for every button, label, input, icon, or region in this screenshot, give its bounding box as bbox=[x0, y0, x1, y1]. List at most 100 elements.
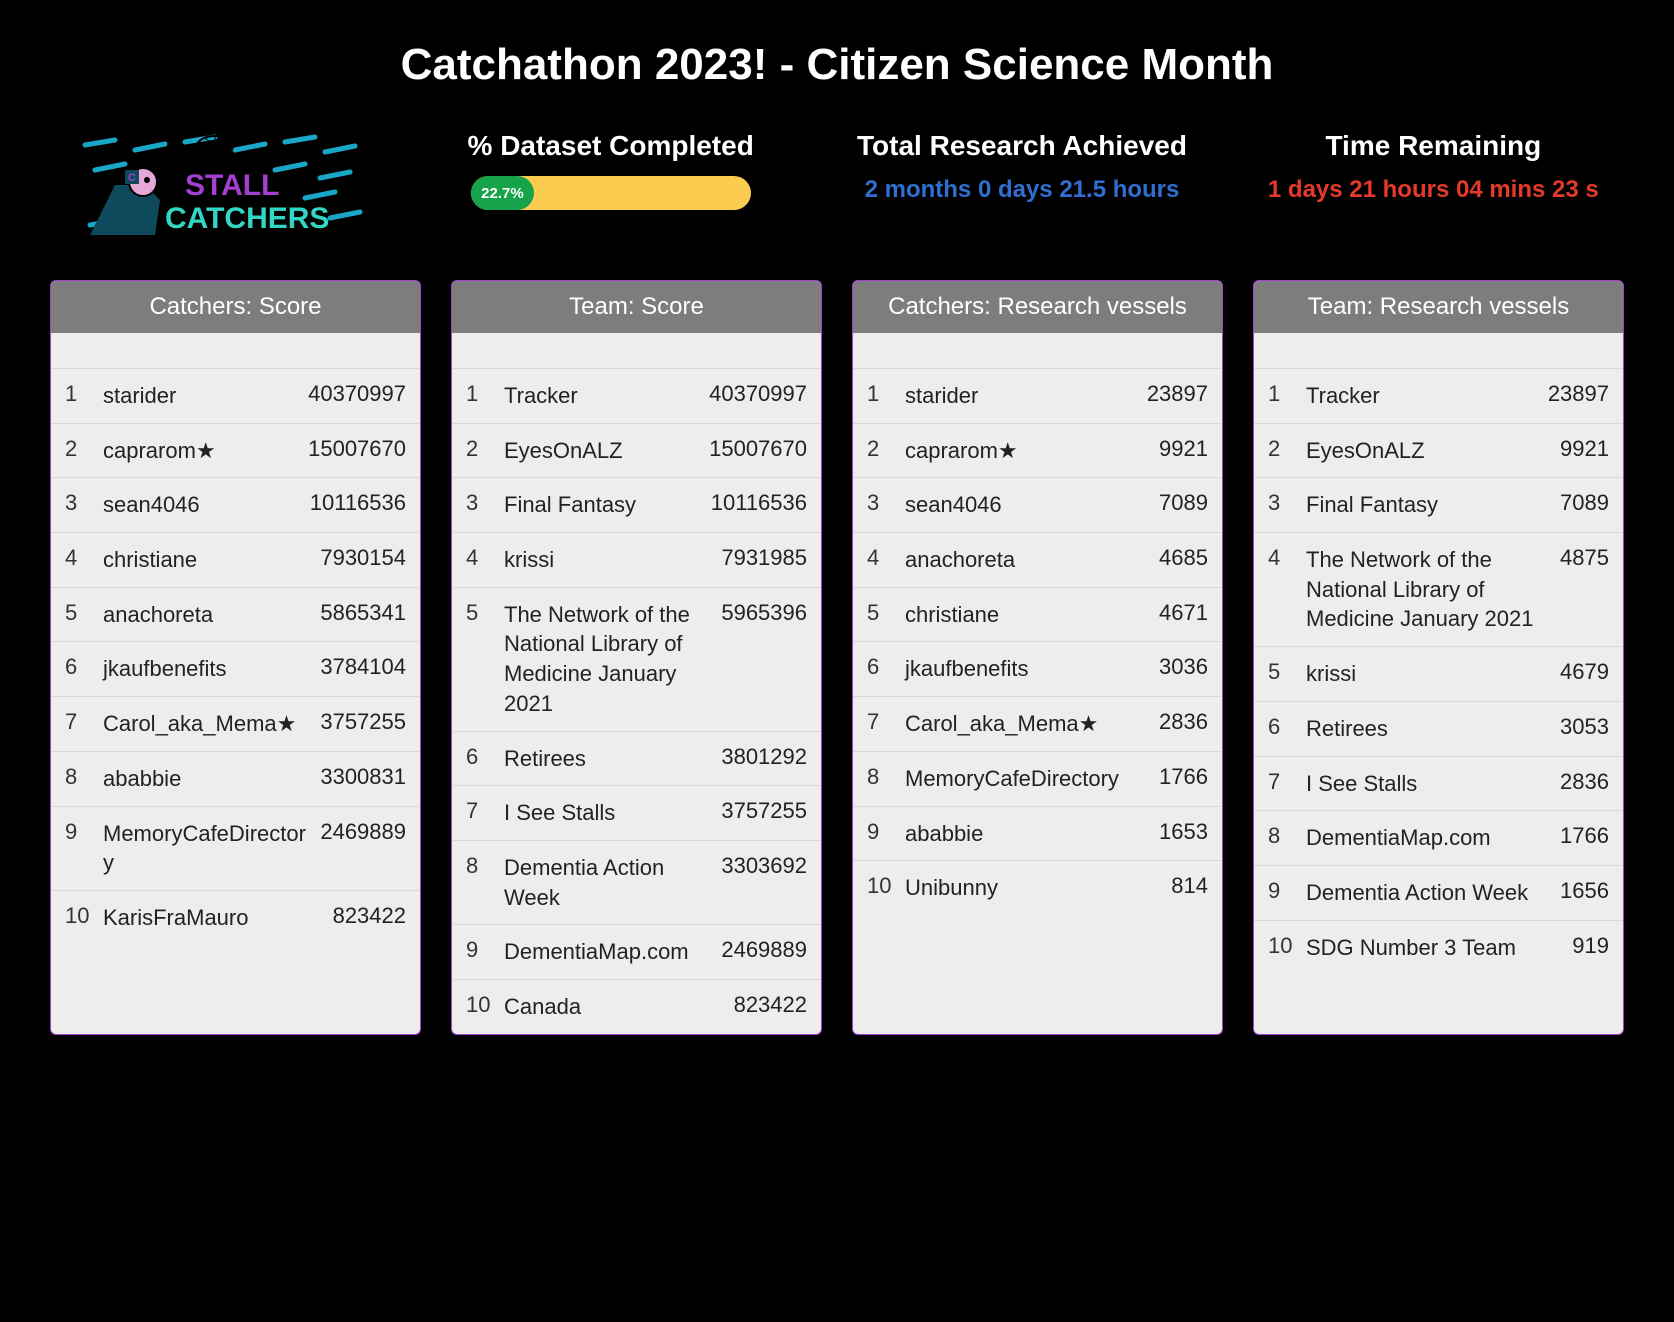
table-row[interactable]: 4anachoreta4685 bbox=[853, 533, 1222, 588]
stat-research: Total Research Achieved 2 months 0 days … bbox=[831, 130, 1212, 204]
table-row[interactable]: 9Dementia Action Week1656 bbox=[1254, 866, 1623, 921]
table-row[interactable]: 8MemoryCafeDirectory1766 bbox=[853, 752, 1222, 807]
leaderboard-spacer bbox=[452, 333, 821, 369]
row-score: 2836 bbox=[1560, 769, 1609, 795]
table-row[interactable]: 5The Network of the National Library of … bbox=[452, 588, 821, 732]
row-name: starider bbox=[905, 381, 1135, 411]
table-row[interactable]: 5krissi4679 bbox=[1254, 647, 1623, 702]
table-row[interactable]: 10Canada823422 bbox=[452, 980, 821, 1034]
row-rank: 3 bbox=[65, 490, 91, 516]
row-rank: 2 bbox=[867, 436, 893, 462]
table-row[interactable]: 8ababbie3300831 bbox=[51, 752, 420, 807]
table-row[interactable]: 10Unibunny814 bbox=[853, 861, 1222, 915]
row-name: Final Fantasy bbox=[1306, 490, 1548, 520]
row-rank: 9 bbox=[1268, 878, 1294, 904]
stall-catchers-logo-icon: C STALL CATCHERS bbox=[75, 130, 365, 240]
table-row[interactable]: 3Final Fantasy10116536 bbox=[452, 478, 821, 533]
table-row[interactable]: 6Retirees3053 bbox=[1254, 702, 1623, 757]
table-row[interactable]: 1starider40370997 bbox=[51, 369, 420, 424]
row-score: 4875 bbox=[1560, 545, 1609, 571]
leaderboard-1: Team: Score1Tracker403709972EyesOnALZ150… bbox=[451, 280, 822, 1035]
row-name: DementiaMap.com bbox=[1306, 823, 1548, 853]
row-score: 10116536 bbox=[711, 490, 807, 516]
row-score: 2469889 bbox=[320, 819, 406, 845]
row-rank: 8 bbox=[867, 764, 893, 790]
table-row[interactable]: 9DementiaMap.com2469889 bbox=[452, 925, 821, 980]
table-row[interactable]: 2EyesOnALZ9921 bbox=[1254, 424, 1623, 479]
table-row[interactable]: 3sean404610116536 bbox=[51, 478, 420, 533]
row-rank: 3 bbox=[466, 490, 492, 516]
table-row[interactable]: 8DementiaMap.com1766 bbox=[1254, 811, 1623, 866]
table-row[interactable]: 7I See Stalls3757255 bbox=[452, 786, 821, 841]
logo-text-bottom: CATCHERS bbox=[165, 202, 329, 235]
leaderboard-rows: 1starider403709972caprarom★150076703sean… bbox=[51, 369, 420, 1034]
row-score: 3757255 bbox=[320, 709, 406, 735]
table-row[interactable]: 9MemoryCafeDirectory2469889 bbox=[51, 807, 420, 891]
row-score: 15007670 bbox=[709, 436, 807, 462]
table-row[interactable]: 5anachoreta5865341 bbox=[51, 588, 420, 643]
row-score: 9921 bbox=[1560, 436, 1609, 462]
row-rank: 10 bbox=[466, 992, 492, 1018]
table-row[interactable]: 10SDG Number 3 Team919 bbox=[1254, 921, 1623, 975]
row-rank: 7 bbox=[867, 709, 893, 735]
row-rank: 2 bbox=[1268, 436, 1294, 462]
table-row[interactable]: 6jkaufbenefits3784104 bbox=[51, 642, 420, 697]
row-name: I See Stalls bbox=[504, 798, 709, 828]
row-score: 3784104 bbox=[320, 654, 406, 680]
row-name: ababbie bbox=[103, 764, 308, 794]
table-row[interactable]: 2EyesOnALZ15007670 bbox=[452, 424, 821, 479]
leaderboard-rows: 1starider238972caprarom★99213sean4046708… bbox=[853, 369, 1222, 1034]
table-row[interactable]: 4krissi7931985 bbox=[452, 533, 821, 588]
leaderboard-rows: 1Tracker403709972EyesOnALZ150076703Final… bbox=[452, 369, 821, 1034]
row-rank: 4 bbox=[65, 545, 91, 571]
table-row[interactable]: 4christiane7930154 bbox=[51, 533, 420, 588]
table-row[interactable]: 4The Network of the National Library of … bbox=[1254, 533, 1623, 647]
table-row[interactable]: 8 Dementia Action Week 3303692 bbox=[452, 841, 821, 925]
row-score: 1766 bbox=[1560, 823, 1609, 849]
row-score: 7089 bbox=[1560, 490, 1609, 516]
table-row[interactable]: 7I See Stalls2836 bbox=[1254, 757, 1623, 812]
stat-time-value: 1 days 21 hours 04 mins 23 s bbox=[1243, 176, 1624, 204]
row-rank: 7 bbox=[65, 709, 91, 735]
stats-row: C STALL CATCHERS % Dataset Completed 22.… bbox=[50, 130, 1624, 240]
leaderboard-spacer bbox=[1254, 333, 1623, 369]
row-rank: 8 bbox=[466, 853, 492, 879]
row-name: Retirees bbox=[1306, 714, 1548, 744]
table-row[interactable]: 1starider23897 bbox=[853, 369, 1222, 424]
table-row[interactable]: 1Tracker40370997 bbox=[452, 369, 821, 424]
row-score: 4685 bbox=[1159, 545, 1208, 571]
row-name: Dementia Action Week bbox=[504, 853, 709, 912]
row-score: 3303692 bbox=[721, 853, 807, 879]
row-rank: 4 bbox=[466, 545, 492, 571]
table-row[interactable]: 3 Final Fantasy 7089 bbox=[1254, 478, 1623, 533]
table-row[interactable]: 3sean40467089 bbox=[853, 478, 1222, 533]
leaderboard-2: Catchers: Research vessels1starider23897… bbox=[852, 280, 1223, 1035]
leaderboard-header: Catchers: Research vessels bbox=[853, 281, 1222, 333]
row-score: 40370997 bbox=[709, 381, 807, 407]
row-score: 10116536 bbox=[310, 490, 406, 516]
table-row[interactable]: 9ababbie1653 bbox=[853, 807, 1222, 862]
dataset-progress-fill: 22.7% bbox=[471, 176, 535, 210]
table-row[interactable]: 2caprarom★15007670 bbox=[51, 424, 420, 479]
row-rank: 1 bbox=[867, 381, 893, 407]
logo-cell: C STALL CATCHERS bbox=[50, 130, 390, 240]
stat-dataset: % Dataset Completed 22.7% bbox=[420, 130, 801, 210]
table-row[interactable]: 1Tracker23897 bbox=[1254, 369, 1623, 424]
table-row[interactable]: 5christiane4671 bbox=[853, 588, 1222, 643]
row-name: starider bbox=[103, 381, 296, 411]
stat-time-label: Time Remaining bbox=[1243, 130, 1624, 162]
row-name: SDG Number 3 Team bbox=[1306, 933, 1560, 963]
table-row[interactable]: 7Carol_aka_Mema★3757255 bbox=[51, 697, 420, 752]
stat-time: Time Remaining 1 days 21 hours 04 mins 2… bbox=[1243, 130, 1624, 204]
table-row[interactable]: 2caprarom★9921 bbox=[853, 424, 1222, 479]
table-row[interactable]: 10KarisFraMauro823422 bbox=[51, 891, 420, 945]
row-score: 2836 bbox=[1159, 709, 1208, 735]
dataset-percent-text: 22.7% bbox=[481, 185, 524, 202]
table-row[interactable]: 6Retirees3801292 bbox=[452, 732, 821, 787]
row-rank: 1 bbox=[1268, 381, 1294, 407]
table-row[interactable]: 7Carol_aka_Mema★2836 bbox=[853, 697, 1222, 752]
row-rank: 10 bbox=[1268, 933, 1294, 959]
row-rank: 3 bbox=[1268, 490, 1294, 516]
stat-research-label: Total Research Achieved bbox=[831, 130, 1212, 162]
table-row[interactable]: 6jkaufbenefits3036 bbox=[853, 642, 1222, 697]
